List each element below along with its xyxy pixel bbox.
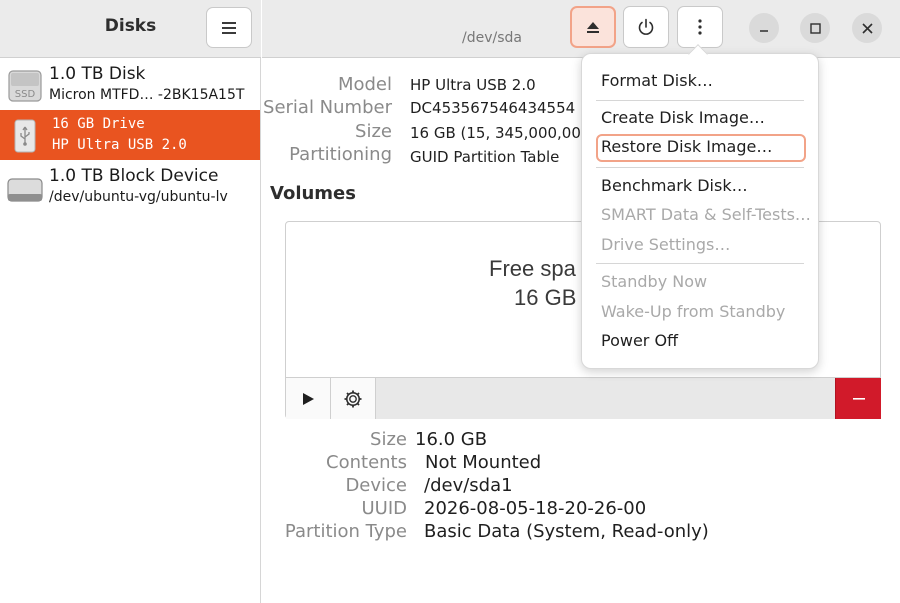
menu-item-power-off[interactable]: Power Off — [601, 331, 678, 350]
menu-item-smart-data: SMART Data & Self-Tests… — [601, 205, 811, 224]
partition-type-label: Partition Type — [284, 521, 407, 542]
menu-separator — [596, 100, 804, 101]
ssd-drive-icon: SSD — [8, 70, 42, 102]
hamburger-icon — [222, 22, 236, 34]
close-button[interactable] — [852, 13, 882, 43]
disk-item-usb[interactable]: 16 GB Drive HP Ultra USB 2.0 — [0, 110, 260, 160]
gear-icon — [344, 390, 362, 407]
uuid-label: UUID — [361, 498, 407, 519]
minus-icon — [852, 397, 865, 400]
more-vertical-icon — [698, 19, 702, 35]
uuid-value: 2026-08-05-18-20-26-00 — [424, 498, 647, 519]
play-icon — [303, 392, 314, 405]
disk-subtitle: HP Ultra USB 2.0 — [52, 137, 187, 153]
drive-options-menu: Format Disk… Create Disk Image… Restore … — [581, 44, 819, 369]
serial-number-label: Serial Number — [263, 97, 392, 118]
free-space-label: Free spa — [489, 256, 576, 281]
sidebar-header: Disks — [0, 0, 261, 58]
header-bar: /dev/sda — [262, 0, 900, 58]
device-label: Device — [345, 475, 407, 496]
block-device-icon — [7, 178, 43, 202]
disk-name: 1.0 TB Disk — [49, 64, 146, 84]
disk-item-block-device[interactable]: 1.0 TB Block Device /dev/ubuntu-vg/ubunt… — [0, 162, 260, 212]
menu-separator — [596, 263, 804, 264]
model-label: Model — [337, 74, 392, 95]
partition-size-value: 16.0 GB — [415, 429, 488, 450]
disk-subtitle: /dev/ubuntu-vg/ubuntu-lv — [49, 189, 228, 205]
menu-item-create-disk-image[interactable]: Create Disk Image… — [601, 108, 765, 127]
minimize-button[interactable] — [749, 13, 779, 43]
app-menu-button[interactable] — [206, 7, 252, 48]
menu-item-standby-now: Standby Now — [601, 272, 708, 291]
eject-button[interactable] — [570, 6, 616, 48]
drive-options-button[interactable] — [677, 6, 723, 48]
menu-item-format-disk[interactable]: Format Disk… — [601, 71, 713, 90]
sidebar: Disks SSD 1.0 TB Disk Micron MTFD… -2BK1… — [0, 0, 261, 603]
power-off-button[interactable] — [623, 6, 669, 48]
close-icon — [861, 22, 873, 34]
partition-size-label: Size — [370, 429, 407, 450]
partitioning-value: GUID Partition Table — [410, 148, 560, 166]
menu-item-restore-disk-image[interactable]: Restore Disk Image… — [601, 137, 772, 156]
partition-options-button[interactable] — [331, 378, 376, 419]
menu-item-benchmark-disk[interactable]: Benchmark Disk… — [601, 176, 748, 195]
power-icon — [638, 18, 654, 35]
mount-button[interactable] — [286, 378, 331, 419]
partitioning-label: Partitioning — [289, 144, 392, 165]
device-value: /dev/sda1 — [424, 475, 513, 496]
contents-value: Not Mounted — [425, 452, 542, 473]
model-value: HP Ultra USB 2.0 — [410, 76, 536, 94]
size-label: Size — [355, 121, 392, 142]
disk-subtitle: Micron MTFD… -2BK15A15T — [49, 87, 245, 103]
usb-drive-icon — [14, 119, 36, 153]
delete-partition-button[interactable] — [835, 378, 881, 419]
volume-toolbar — [286, 377, 881, 419]
disk-name: 16 GB Drive — [52, 116, 145, 132]
device-path-subtitle: /dev/sda — [462, 30, 522, 46]
menu-item-wake-up: Wake-Up from Standby — [601, 302, 786, 321]
disks-window: Disks SSD 1.0 TB Disk Micron MTFD… -2BK1… — [0, 0, 900, 603]
volumes-heading: Volumes — [270, 183, 356, 204]
menu-item-drive-settings: Drive Settings… — [601, 235, 731, 254]
free-space-size: 16 GB — [514, 285, 577, 310]
partition-type-value: Basic Data (System, Read-only) — [424, 521, 709, 542]
menu-separator — [596, 167, 804, 168]
disk-item-ssd[interactable]: SSD 1.0 TB Disk Micron MTFD… -2BK15A15T — [0, 60, 260, 110]
size-value: 16 GB (15, 345,000,00 — [410, 124, 581, 142]
minimize-icon — [760, 30, 768, 32]
contents-label: Contents — [326, 452, 407, 473]
disk-name: 1.0 TB Block Device — [49, 166, 219, 186]
eject-icon — [587, 21, 599, 33]
serial-number-value: DC453567546434554 — [410, 99, 576, 117]
maximize-button[interactable] — [800, 13, 830, 43]
svg-text:SSD: SSD — [15, 89, 36, 100]
maximize-icon — [809, 22, 821, 34]
